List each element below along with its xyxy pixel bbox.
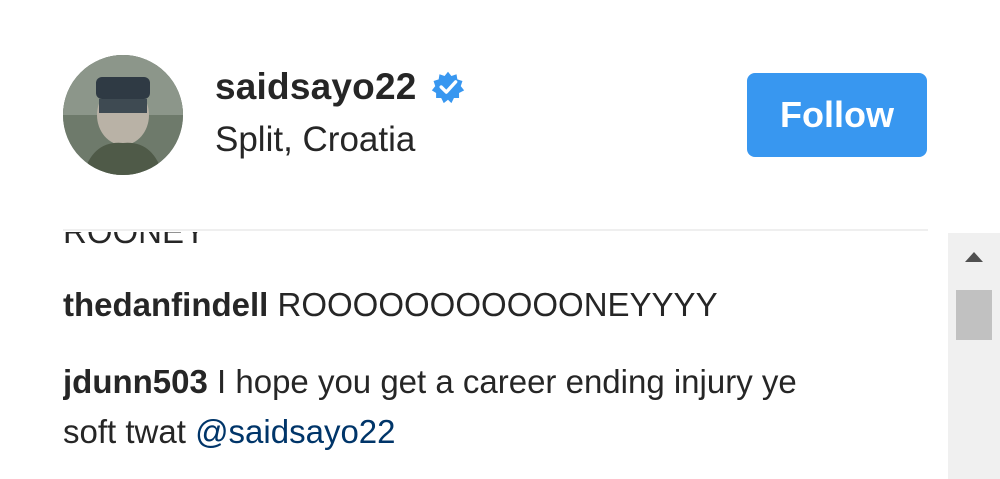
comment-text: ROOOOOOOOOOONEYYYY <box>268 286 718 323</box>
mention-link[interactable]: @saidsayo22 <box>195 413 395 450</box>
comment-username[interactable]: jdunn503 <box>63 363 208 400</box>
follow-button[interactable]: Follow <box>747 73 927 157</box>
comment-item: thedanfindell ROOOOOOOOOOONEYYYY <box>63 280 853 330</box>
verified-badge-icon <box>431 71 464 104</box>
scrollbar-thumb[interactable] <box>956 290 992 340</box>
comment-item: jdunn503 I hope you get a career ending … <box>63 357 853 457</box>
comment-username[interactable]: thedanfindell <box>63 286 268 323</box>
partial-comment: ROONEY <box>63 232 206 254</box>
avatar[interactable] <box>63 55 183 175</box>
username-row: saidsayo22 <box>215 66 465 108</box>
comments-list: ROONEY thedanfindell ROOOOOOOOOOONEYYYY … <box>63 232 943 479</box>
location-link[interactable]: Split, Croatia <box>215 120 415 160</box>
scrollbar[interactable] <box>948 233 1000 479</box>
username-link[interactable]: saidsayo22 <box>215 66 417 108</box>
scroll-up-arrow-icon[interactable] <box>948 233 1000 281</box>
post-header: saidsayo22 Split, Croatia Follow <box>0 0 1000 230</box>
divider <box>63 229 928 231</box>
